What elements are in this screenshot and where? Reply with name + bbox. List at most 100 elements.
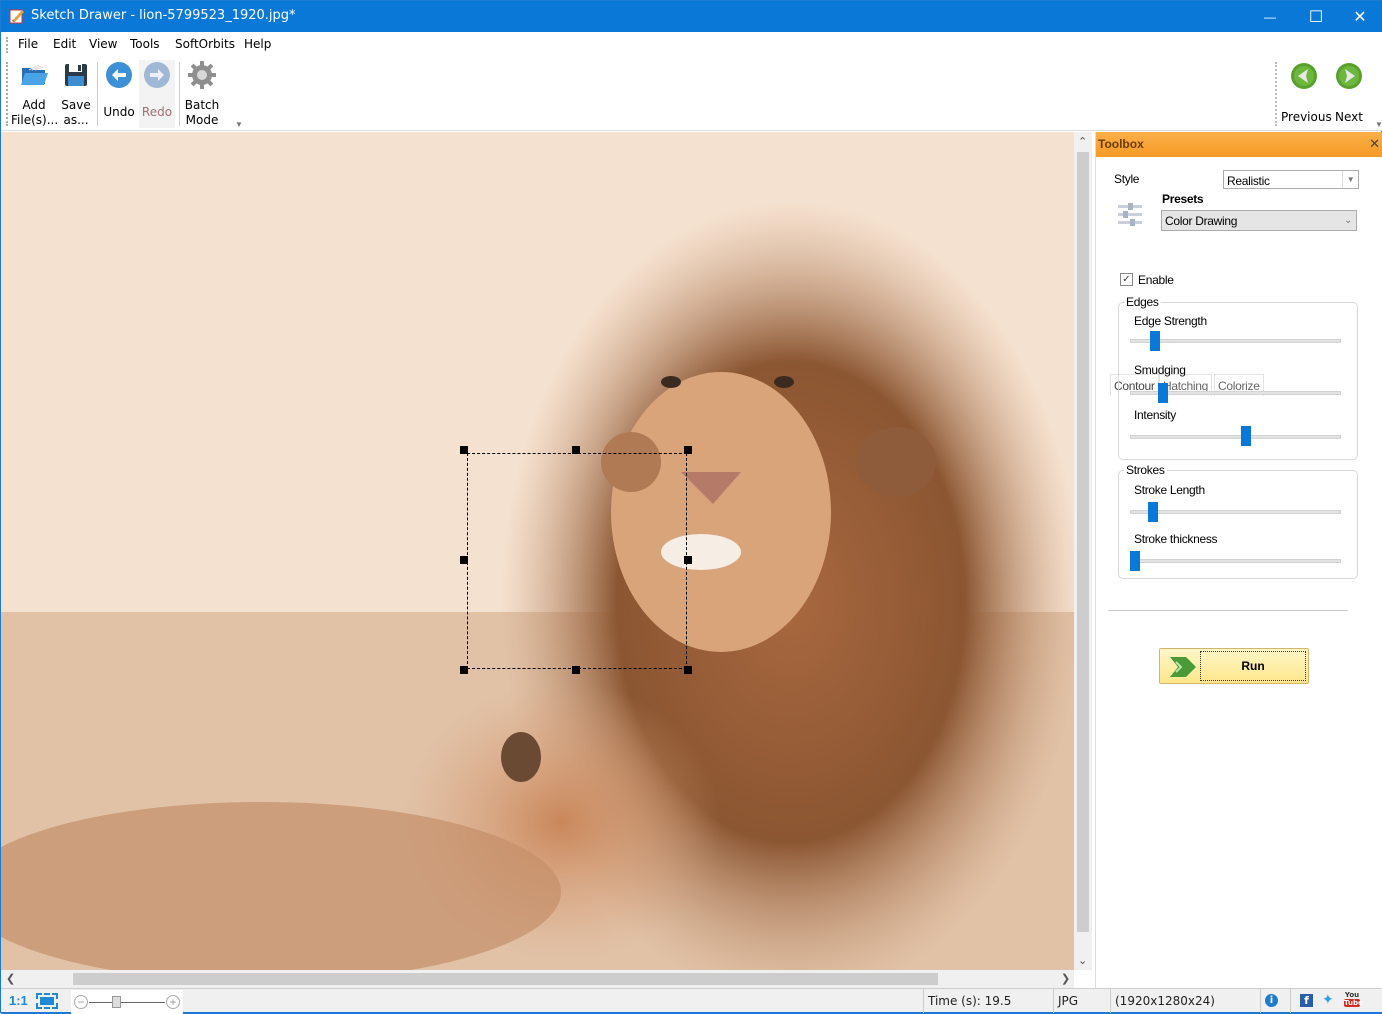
fit-window-icon (40, 997, 54, 1005)
fit-to-window-button[interactable] (36, 993, 58, 1009)
horizontal-scrollbar[interactable]: ❮ ❯ (1, 970, 1074, 988)
zoom-slider-track[interactable] (89, 1002, 165, 1003)
selection-handle-e[interactable] (684, 556, 692, 564)
maximize-button[interactable]: ☐ (1293, 1, 1339, 32)
undo-button[interactable]: Undo (101, 60, 137, 120)
edge-strength-label: Edge Strength (1134, 314, 1207, 328)
stroke-thickness-slider[interactable] (1130, 551, 1140, 571)
stroke-length-track[interactable] (1130, 510, 1341, 514)
stroke-length-label: Stroke Length (1134, 483, 1205, 497)
vertical-scroll-thumb[interactable] (1077, 152, 1089, 932)
menu-softorbits[interactable]: SoftOrbits (175, 37, 235, 51)
selection-handle-ne[interactable] (684, 446, 692, 454)
batch-mode-button[interactable]: Batch Mode (183, 60, 221, 128)
title-bar: Sketch Drawer - lion-5799523_1920.jpg* —… (1, 1, 1382, 32)
app-icon (9, 9, 24, 24)
stroke-thickness-label: Stroke thickness (1134, 532, 1218, 546)
app-window: Sketch Drawer - lion-5799523_1920.jpg* —… (0, 0, 1382, 1014)
toolbar-grip-right (1275, 62, 1277, 126)
selection-handle-se[interactable] (684, 666, 692, 674)
previous-label: Previous (1281, 110, 1332, 124)
selection-handle-w[interactable] (460, 556, 468, 564)
selection-handle-sw[interactable] (460, 666, 468, 674)
edge-strength-track[interactable] (1130, 339, 1341, 343)
selection-handle-n[interactable] (572, 446, 580, 454)
smudging-slider[interactable] (1158, 383, 1169, 403)
save-as-label-2: as... (63, 113, 89, 127)
presets-dropdown[interactable]: Color Drawing ⌄ (1161, 210, 1357, 231)
toolbar-overflow-icon[interactable]: ▼ (235, 120, 243, 129)
run-label: Run (1200, 651, 1306, 681)
next-arrow-icon (1336, 63, 1362, 89)
save-as-label-1: Save (61, 98, 91, 112)
chevron-down-icon: ▼ (1342, 171, 1358, 188)
menu-view[interactable]: View (89, 37, 117, 51)
menu-grip (6, 37, 8, 53)
scroll-right-icon[interactable]: ❯ (1061, 972, 1070, 985)
menu-bar: File Edit View Tools SoftOrbits Help (1, 32, 1382, 56)
smudging-label: Smudging (1134, 363, 1186, 377)
actual-size-button[interactable]: 1:1 (9, 993, 28, 1008)
zoom-out-icon[interactable]: − (74, 995, 88, 1009)
dimensions-status: (1920x1280x24) (1110, 989, 1260, 1013)
toolbox-close-icon[interactable]: ✕ (1369, 136, 1380, 152)
redo-button[interactable]: Redo (139, 60, 175, 128)
menu-tools[interactable]: Tools (130, 37, 160, 51)
stroke-thickness-track[interactable] (1130, 559, 1341, 563)
run-button[interactable]: Run (1159, 648, 1309, 684)
twitter-icon[interactable]: ✦ (1322, 992, 1334, 1008)
scroll-left-icon[interactable]: ❮ (6, 972, 15, 985)
edges-group-title: Edges (1124, 295, 1161, 309)
toolbar: Add File(s)... Save as... Undo Redo Batc… (1, 56, 1382, 131)
presets-value: Color Drawing (1165, 214, 1238, 228)
open-folder-icon (21, 64, 48, 85)
menu-edit[interactable]: Edit (53, 37, 76, 51)
floppy-disk-icon (65, 64, 87, 86)
time-status: Time (s): 19.5 (923, 989, 1051, 1013)
zoom-in-icon[interactable]: + (166, 995, 180, 1009)
minimize-button[interactable]: — (1247, 1, 1293, 32)
intensity-label: Intensity (1134, 408, 1176, 422)
run-arrow-icon (1170, 657, 1196, 677)
toolbar-separator (179, 62, 180, 126)
zoom-slider-thumb[interactable] (111, 996, 121, 1008)
enable-checkbox[interactable]: ✓ (1120, 273, 1133, 286)
menu-help[interactable]: Help (244, 37, 271, 51)
close-button[interactable]: ✕ (1337, 1, 1382, 32)
status-bar: 1:1 − + Time (s): 19.5 JPG (1920x1280x24… (1, 988, 1382, 1014)
vertical-scrollbar[interactable]: ⌃ ⌄ (1074, 132, 1092, 970)
youtube-icon[interactable]: You Tube (1344, 991, 1363, 1009)
presets-sliders-icon (1118, 203, 1142, 226)
image-canvas[interactable] (1, 132, 1074, 970)
selection-rectangle[interactable] (467, 453, 687, 669)
facebook-icon[interactable]: f (1300, 994, 1313, 1007)
redo-arrow-icon (144, 62, 170, 88)
scroll-up-icon[interactable]: ⌃ (1078, 135, 1087, 148)
save-as-button[interactable]: Save as... (59, 60, 93, 128)
next-label: Next (1335, 110, 1363, 124)
edge-strength-slider[interactable] (1150, 331, 1161, 351)
add-files-label-2: File(s)... (11, 113, 59, 127)
scroll-down-icon[interactable]: ⌄ (1078, 954, 1087, 967)
horizontal-scroll-thumb[interactable] (73, 973, 938, 985)
selection-handle-s[interactable] (572, 666, 580, 674)
add-files-button[interactable]: Add File(s)... (11, 60, 59, 128)
style-dropdown[interactable]: Realistic ▼ (1223, 170, 1359, 189)
menu-file[interactable]: File (18, 37, 38, 51)
toolbar-overflow-icon-right[interactable]: ▼ (1375, 120, 1382, 129)
presets-label: Presets (1162, 192, 1204, 206)
next-button[interactable]: Next (1331, 61, 1367, 125)
close-icon: ✕ (1353, 8, 1367, 26)
info-button[interactable]: i (1260, 989, 1290, 1013)
undo-arrow-icon (106, 62, 132, 88)
intensity-slider[interactable] (1240, 426, 1251, 446)
intensity-track[interactable] (1130, 435, 1341, 439)
style-value: Realistic (1227, 174, 1270, 188)
toolbox-title: Toolbox (1098, 137, 1144, 151)
selection-handle-nw[interactable] (460, 446, 468, 454)
chevron-down-icon: ⌄ (1343, 215, 1353, 226)
gear-icon (188, 61, 216, 89)
strokes-group-title: Strokes (1124, 463, 1167, 477)
stroke-length-slider[interactable] (1148, 502, 1159, 522)
previous-button[interactable]: Previous (1281, 61, 1332, 125)
